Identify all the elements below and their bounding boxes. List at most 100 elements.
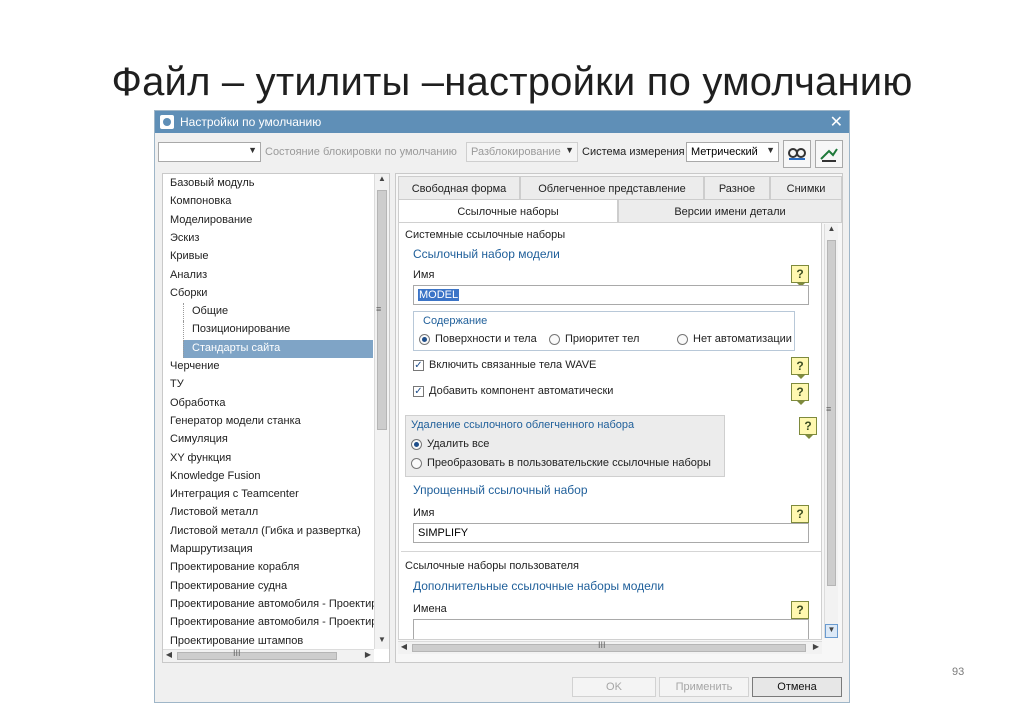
tree-item[interactable]: Обработка [167,395,228,413]
ok-button[interactable]: OK [572,677,656,697]
tree-item[interactable]: Черчение [167,358,223,376]
tree-item[interactable]: Проектирование автомобиля - Проектир [167,596,380,614]
wave-bodies-checkbox[interactable]: ✓ Включить связанные тела WAVE [413,359,596,373]
close-icon[interactable]: ✕ [830,112,843,132]
tree-item[interactable]: Проектирование автомобиля - Проектир [167,614,380,632]
chevron-down-icon: ▼ [565,145,574,155]
lock-state-value: Разблокирование [471,146,561,158]
tree-subitem[interactable]: Стандарты сайта [183,339,373,358]
tree-horizontal-scrollbar[interactable]: ◀ III ▶ [163,648,374,662]
radio-label: Нет автоматизации [693,333,792,345]
radio-dot [411,458,422,469]
dialog-title: Настройки по умолчанию [180,115,322,129]
names-label: Имена [413,603,447,615]
scroll-right-icon[interactable]: ▶ [810,642,822,654]
simplified-name-label: Имя [413,507,435,519]
lock-state-label: Состояние блокировки по умолчанию [265,146,457,158]
tree-item[interactable]: Листовой металл [167,504,261,522]
radio-dot [419,334,430,345]
category-tree: Базовый модуль Компоновка Моделирование Эск… [162,173,390,663]
dialog-titlebar[interactable]: Настройки по умолчанию ✕ [155,111,849,133]
radio-label: Приоритет тел [565,333,640,345]
tab-reference-sets[interactable]: Ссылочные наборы [398,199,618,223]
panel-vertical-scrollbar[interactable]: ▲ ≡ ▼ [824,224,838,638]
model-name-input[interactable]: MODEL [413,285,809,305]
tree-item[interactable]: Сборки [167,285,210,303]
names-list[interactable] [413,619,809,639]
tree-item[interactable]: Симуляция [167,431,231,449]
scroll-left-icon[interactable]: ◀ [398,642,410,654]
radio-label: Поверхности и тела [435,333,537,345]
help-icon[interactable]: ? [791,383,809,405]
checkbox-label: Включить связанные тела WAVE [429,359,597,371]
checkbox-box: ✓ [413,386,424,397]
scroll-right-icon[interactable]: ▶ [362,650,374,662]
hscroll-thumb[interactable] [412,644,806,652]
auto-component-checkbox[interactable]: ✓ Добавить компонент автоматически [413,385,613,399]
tree-item[interactable]: Компоновка [167,193,234,211]
cancel-button[interactable]: Отмена [752,677,842,697]
scope-combo[interactable]: ▼ [158,142,261,162]
defaults-dialog: Настройки по умолчанию ✕ ▼ Состояние бло… [154,110,850,703]
tree-item[interactable]: Кривые [167,248,212,266]
simplified-set-title: Упрощенный ссылочный набор [413,483,588,497]
import-icon [788,148,806,160]
tree-item[interactable]: XY функция [167,450,234,468]
scroll-down-icon[interactable]: ▼ [375,635,389,649]
help-icon[interactable]: ? [791,265,809,287]
radio-label: Преобразовать в пользовательские ссылочн… [427,457,711,469]
model-set-title: Ссылочный набор модели [413,247,560,261]
help-icon[interactable]: ? [791,601,809,623]
additional-sets-title: Дополнительные ссылочные наборы модели [413,579,665,593]
help-icon[interactable]: ? [791,357,809,379]
tab-part-name-versions[interactable]: Версии имени детали [618,199,842,223]
scroll-grip: ≡ [376,304,382,314]
tree-item[interactable]: Моделирование [167,212,255,230]
tree-item[interactable]: Листовой металл (Гибка и развертка) [167,523,364,541]
radio-dot [549,334,560,345]
scroll-up-icon[interactable]: ▲ [825,224,838,238]
tree-item[interactable]: Knowledge Fusion [167,468,264,486]
radio-no-automation[interactable]: Нет автоматизации [677,333,792,347]
tree-item[interactable]: ТУ [167,376,187,394]
units-combo[interactable]: Метрический ▼ [686,142,779,162]
simplified-name-input[interactable]: SIMPLIFY [413,523,809,543]
tree-item[interactable]: Проектирование судна [167,578,290,596]
tree-item[interactable]: Проектирование корабля [167,559,302,577]
chevron-down-icon: ▼ [248,145,257,155]
help-icon[interactable]: ? [799,417,817,439]
tab-free-form[interactable]: Свободная форма [398,176,520,200]
radio-surfaces-bodies[interactable]: Поверхности и тела [419,333,537,347]
scroll-up-icon[interactable]: ▲ [375,174,389,188]
radio-body-priority[interactable]: Приоритет тел [549,333,639,347]
panel-horizontal-scrollbar[interactable]: ◀ III ▶ [398,640,822,654]
help-icon[interactable]: ? [791,505,809,527]
tree-subitem[interactable]: Общие [183,303,231,322]
tree-item[interactable]: Эскиз [167,230,202,248]
reference-sets-panel: Системные ссылочные наборы Ссылочный наб… [398,222,822,640]
scroll-down-icon[interactable]: ▼ [825,624,838,638]
lock-state-combo[interactable]: Разблокирование ▼ [466,142,578,162]
scroll-left-icon[interactable]: ◀ [163,650,175,662]
radio-label: Удалить все [427,438,490,450]
tree-item[interactable]: Генератор модели станка [167,413,304,431]
tab-snapshots[interactable]: Снимки [770,176,842,200]
tree-item[interactable]: Интеграция с Teamcenter [167,486,302,504]
tree-item[interactable]: Анализ [167,267,210,285]
apply-button[interactable]: Применить [659,677,749,697]
tree-vertical-scrollbar[interactable]: ▲ ≡ ▼ [374,174,389,649]
import-button[interactable] [783,140,811,168]
tab-lightweight-representation[interactable]: Облегченное представление [520,176,704,200]
tab-misc[interactable]: Разное [704,176,770,200]
simplified-name-value: SIMPLIFY [418,527,469,539]
hscroll-thumb[interactable] [177,652,337,660]
radio-convert-to-user-sets[interactable]: Преобразовать в пользовательские ссылочн… [411,457,711,471]
app-icon [160,115,174,129]
tree-item[interactable]: Базовый модуль [167,175,257,193]
scroll-grip: ≡ [826,404,832,414]
tree-subitem[interactable]: Позиционирование [183,321,293,340]
radio-delete-all[interactable]: Удалить все [411,438,489,452]
export-button[interactable] [815,140,843,168]
page-number: 93 [952,666,965,678]
tree-item[interactable]: Маршрутизация [167,541,256,559]
